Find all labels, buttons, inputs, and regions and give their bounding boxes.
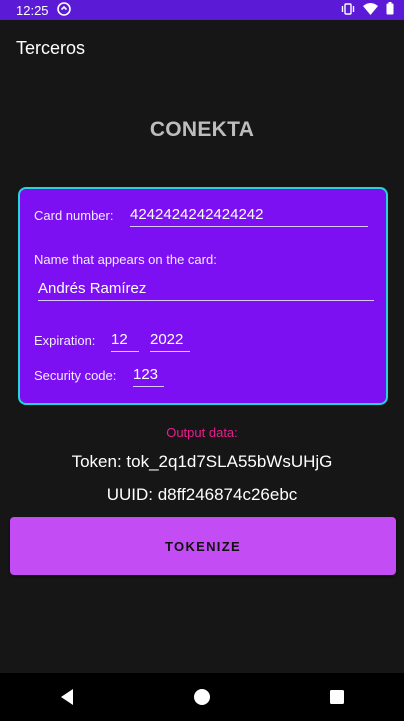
token-output: Token: tok_2q1d7SLA55bWsUHjG xyxy=(71,452,333,471)
brand-title: CONEKTA xyxy=(149,118,255,141)
tokenize-button[interactable]: TOKENIZE xyxy=(10,517,396,575)
expiration-label: Expiration: xyxy=(34,333,96,348)
app-toolbar: Terceros xyxy=(0,20,404,76)
uuid-output: UUID: d8ff246874c26ebc xyxy=(106,485,298,504)
card-number-field[interactable]: 4242424242424242 xyxy=(130,206,368,227)
cardholder-name-label: Name that appears on the card: xyxy=(34,252,217,267)
status-bar: 12:25 xyxy=(0,0,404,20)
security-code-field[interactable]: 123 xyxy=(133,366,164,387)
status-time: 12:25 xyxy=(16,2,49,18)
battery-icon xyxy=(386,2,394,18)
app-title: Terceros xyxy=(16,37,86,58)
card-form: Card number: 4242424242424242 Name that … xyxy=(18,187,388,405)
card-number-label: Card number: xyxy=(34,208,114,223)
system-nav-bar xyxy=(0,673,404,721)
vibrate-icon xyxy=(341,2,355,18)
home-icon[interactable] xyxy=(182,677,222,717)
back-icon[interactable] xyxy=(47,677,87,717)
cardholder-name-field[interactable]: Andrés Ramírez xyxy=(38,280,374,301)
app-notification-icon xyxy=(56,1,71,19)
expiration-year-field[interactable]: 2022 xyxy=(150,331,190,352)
wifi-icon xyxy=(363,2,378,18)
recents-icon[interactable] xyxy=(317,677,357,717)
output-label: Output data: xyxy=(166,425,238,440)
expiration-month-field[interactable]: 12 xyxy=(111,331,139,352)
security-code-label: Security code: xyxy=(34,368,117,383)
